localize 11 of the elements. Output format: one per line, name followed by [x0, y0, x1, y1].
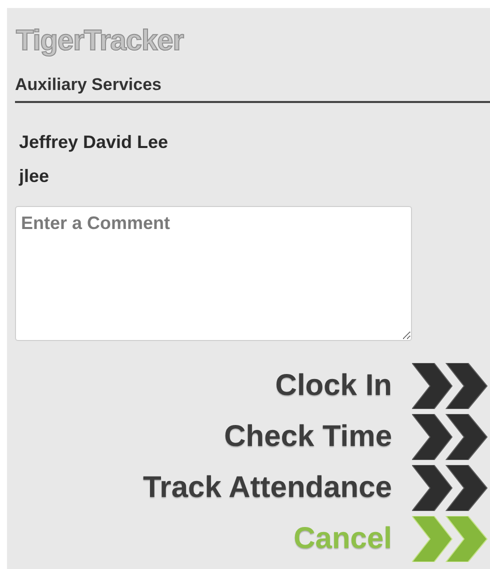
- action-link[interactable]: Clock In: [275, 368, 392, 404]
- action-link[interactable]: Check Time: [224, 419, 392, 455]
- double-chevron-icon[interactable]: [412, 414, 488, 460]
- double-chevron-icon[interactable]: [412, 363, 488, 409]
- comment-field[interactable]: Enter a Comment: [15, 206, 412, 341]
- action-link[interactable]: Track Attendance: [143, 470, 392, 506]
- double-chevron-icon[interactable]: [412, 465, 488, 511]
- user-full-name: Jeffrey David Lee: [19, 131, 168, 153]
- username: jlee: [19, 165, 50, 187]
- app-title: TigerTracker: [16, 25, 184, 57]
- section-title: Auxiliary Services: [15, 75, 162, 94]
